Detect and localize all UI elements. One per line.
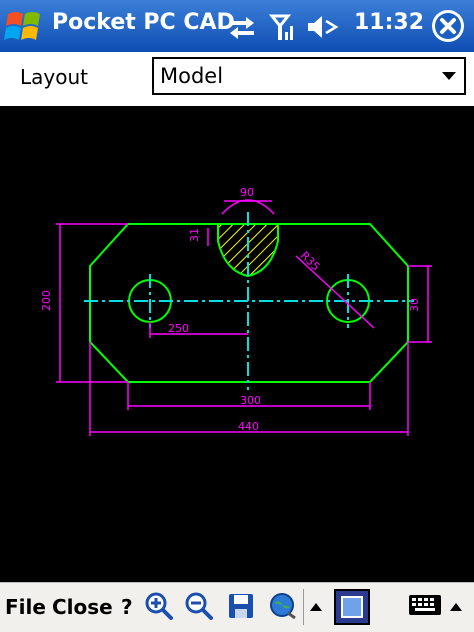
- status-icons: [230, 14, 339, 40]
- chevron-down-icon: [442, 72, 456, 80]
- zoom-out-icon[interactable]: [184, 591, 214, 621]
- title-bar: Pocket PC CAD 11:32: [0, 0, 474, 52]
- help-menu[interactable]: ?: [121, 595, 133, 619]
- app-title: Pocket PC CAD: [52, 10, 235, 35]
- cad-drawing: 90 200 250 300 440 30 31 R35: [40, 186, 432, 436]
- layout-select[interactable]: Model: [152, 57, 466, 95]
- layout-select-value: Model: [160, 64, 224, 88]
- centerlines: [84, 212, 414, 390]
- clock: 11:32: [354, 10, 425, 35]
- dim-200: 200: [40, 290, 53, 311]
- layout-label: Layout: [20, 65, 88, 89]
- keyboard-toggle-icon[interactable]: [446, 591, 466, 621]
- dim-250: 250: [168, 322, 189, 335]
- dim-31: 31: [188, 228, 201, 242]
- bottom-toolbar: File Close ?: [0, 582, 474, 632]
- close-button[interactable]: [430, 8, 466, 44]
- signal-icon: [268, 14, 293, 40]
- dim-30: 30: [408, 298, 421, 312]
- scroll-up-icon[interactable]: [306, 591, 326, 621]
- windows-start-icon[interactable]: [4, 8, 44, 46]
- close-menu[interactable]: Close: [52, 595, 113, 619]
- dim-440: 440: [238, 420, 259, 433]
- globe-icon[interactable]: [268, 591, 298, 621]
- dim-90: 90: [240, 186, 254, 199]
- toolbar-separator: [303, 589, 304, 625]
- dim-r35: R35: [298, 249, 322, 273]
- file-menu[interactable]: File: [5, 595, 46, 619]
- dim-300: 300: [240, 394, 261, 407]
- zoom-in-icon[interactable]: [144, 591, 174, 621]
- save-icon[interactable]: [226, 591, 256, 621]
- keyboard-icon[interactable]: [408, 591, 442, 621]
- view-mode-button[interactable]: [334, 589, 370, 625]
- volume-icon: [308, 16, 339, 38]
- connectivity-icon: [230, 17, 254, 39]
- layout-bar: Layout Model: [0, 52, 474, 106]
- drawing-canvas[interactable]: 90 200 250 300 440 30 31 R35: [0, 106, 474, 582]
